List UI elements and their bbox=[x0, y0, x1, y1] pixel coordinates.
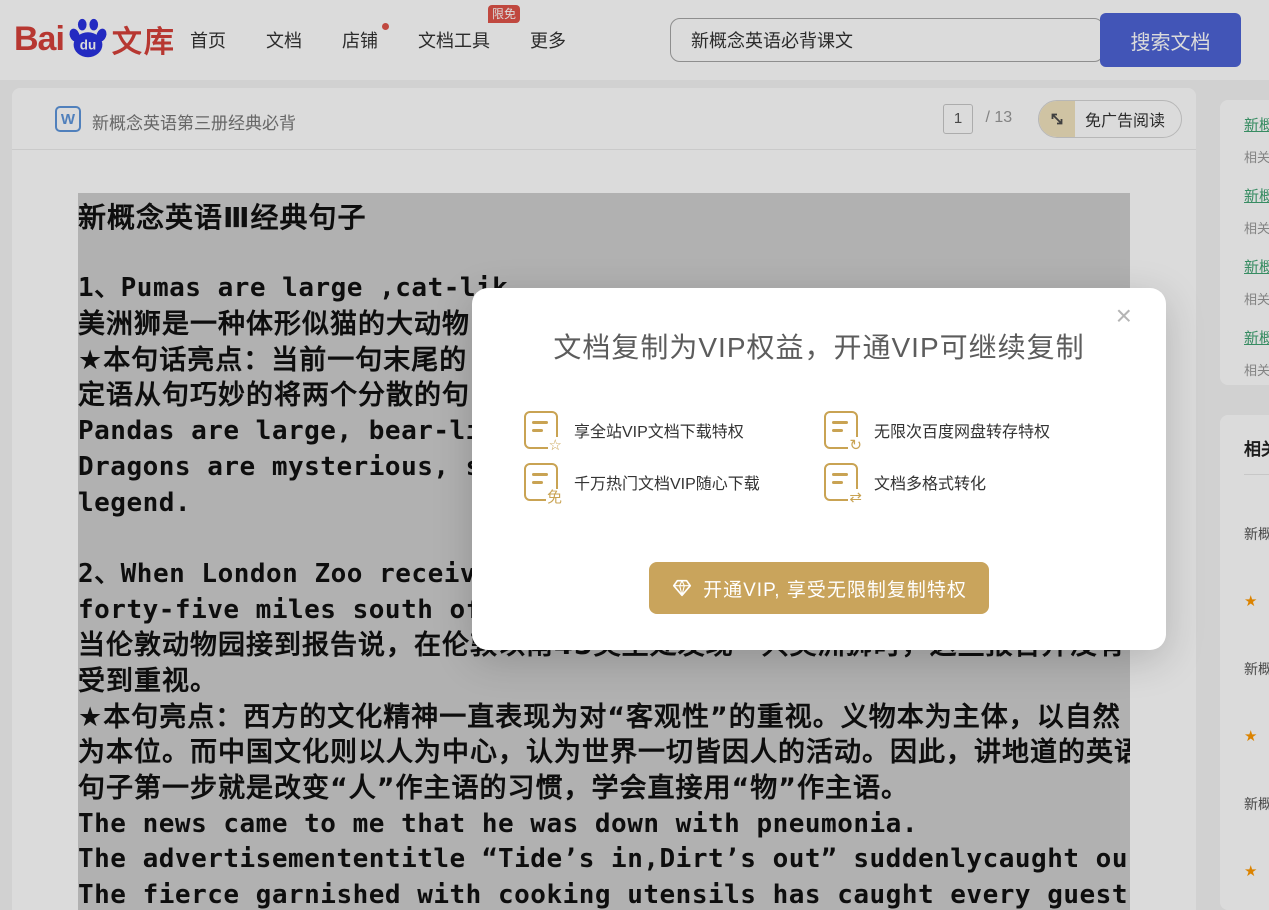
vip-feature-label: 文档多格式转化 bbox=[874, 470, 986, 494]
doc-refresh-glyph: ↻ bbox=[848, 437, 863, 454]
doc-star-glyph: ☆ bbox=[548, 437, 563, 454]
vip-copy-modal: × 文档复制为VIP权益，开通VIP可继续复制 ☆ 享全站VIP文档下载特权 ↻… bbox=[472, 288, 1166, 650]
vip-feature-label: 千万热门文档VIP随心下载 bbox=[574, 470, 760, 494]
doc-star-icon: ☆ bbox=[524, 411, 558, 449]
open-vip-label: 开通VIP, 享受无限制复制特权 bbox=[703, 575, 967, 602]
doc-convert-icon: ⇄ bbox=[824, 463, 858, 501]
vip-feature: ☆ 享全站VIP文档下载特权 bbox=[524, 406, 824, 454]
modal-title: 文档复制为VIP权益，开通VIP可继续复制 bbox=[472, 326, 1166, 366]
vip-feature: ↻ 无限次百度网盘转存特权 bbox=[824, 406, 1124, 454]
vip-feature-label: 享全站VIP文档下载特权 bbox=[574, 418, 744, 442]
doc-free-icon: 免 bbox=[524, 463, 558, 501]
doc-free-glyph: 免 bbox=[546, 489, 563, 506]
vip-feature-label: 无限次百度网盘转存特权 bbox=[874, 418, 1050, 442]
doc-convert-glyph: ⇄ bbox=[848, 489, 863, 506]
open-vip-button[interactable]: 开通VIP, 享受无限制复制特权 bbox=[649, 562, 989, 614]
vip-diamond-icon bbox=[671, 577, 693, 599]
vip-feature: ⇄ 文档多格式转化 bbox=[824, 458, 1124, 506]
close-icon[interactable]: × bbox=[1116, 302, 1132, 330]
doc-refresh-icon: ↻ bbox=[824, 411, 858, 449]
vip-feature: 免 千万热门文档VIP随心下载 bbox=[524, 458, 824, 506]
vip-feature-grid: ☆ 享全站VIP文档下载特权 ↻ 无限次百度网盘转存特权 免 千万热门文档VIP… bbox=[524, 406, 1166, 506]
